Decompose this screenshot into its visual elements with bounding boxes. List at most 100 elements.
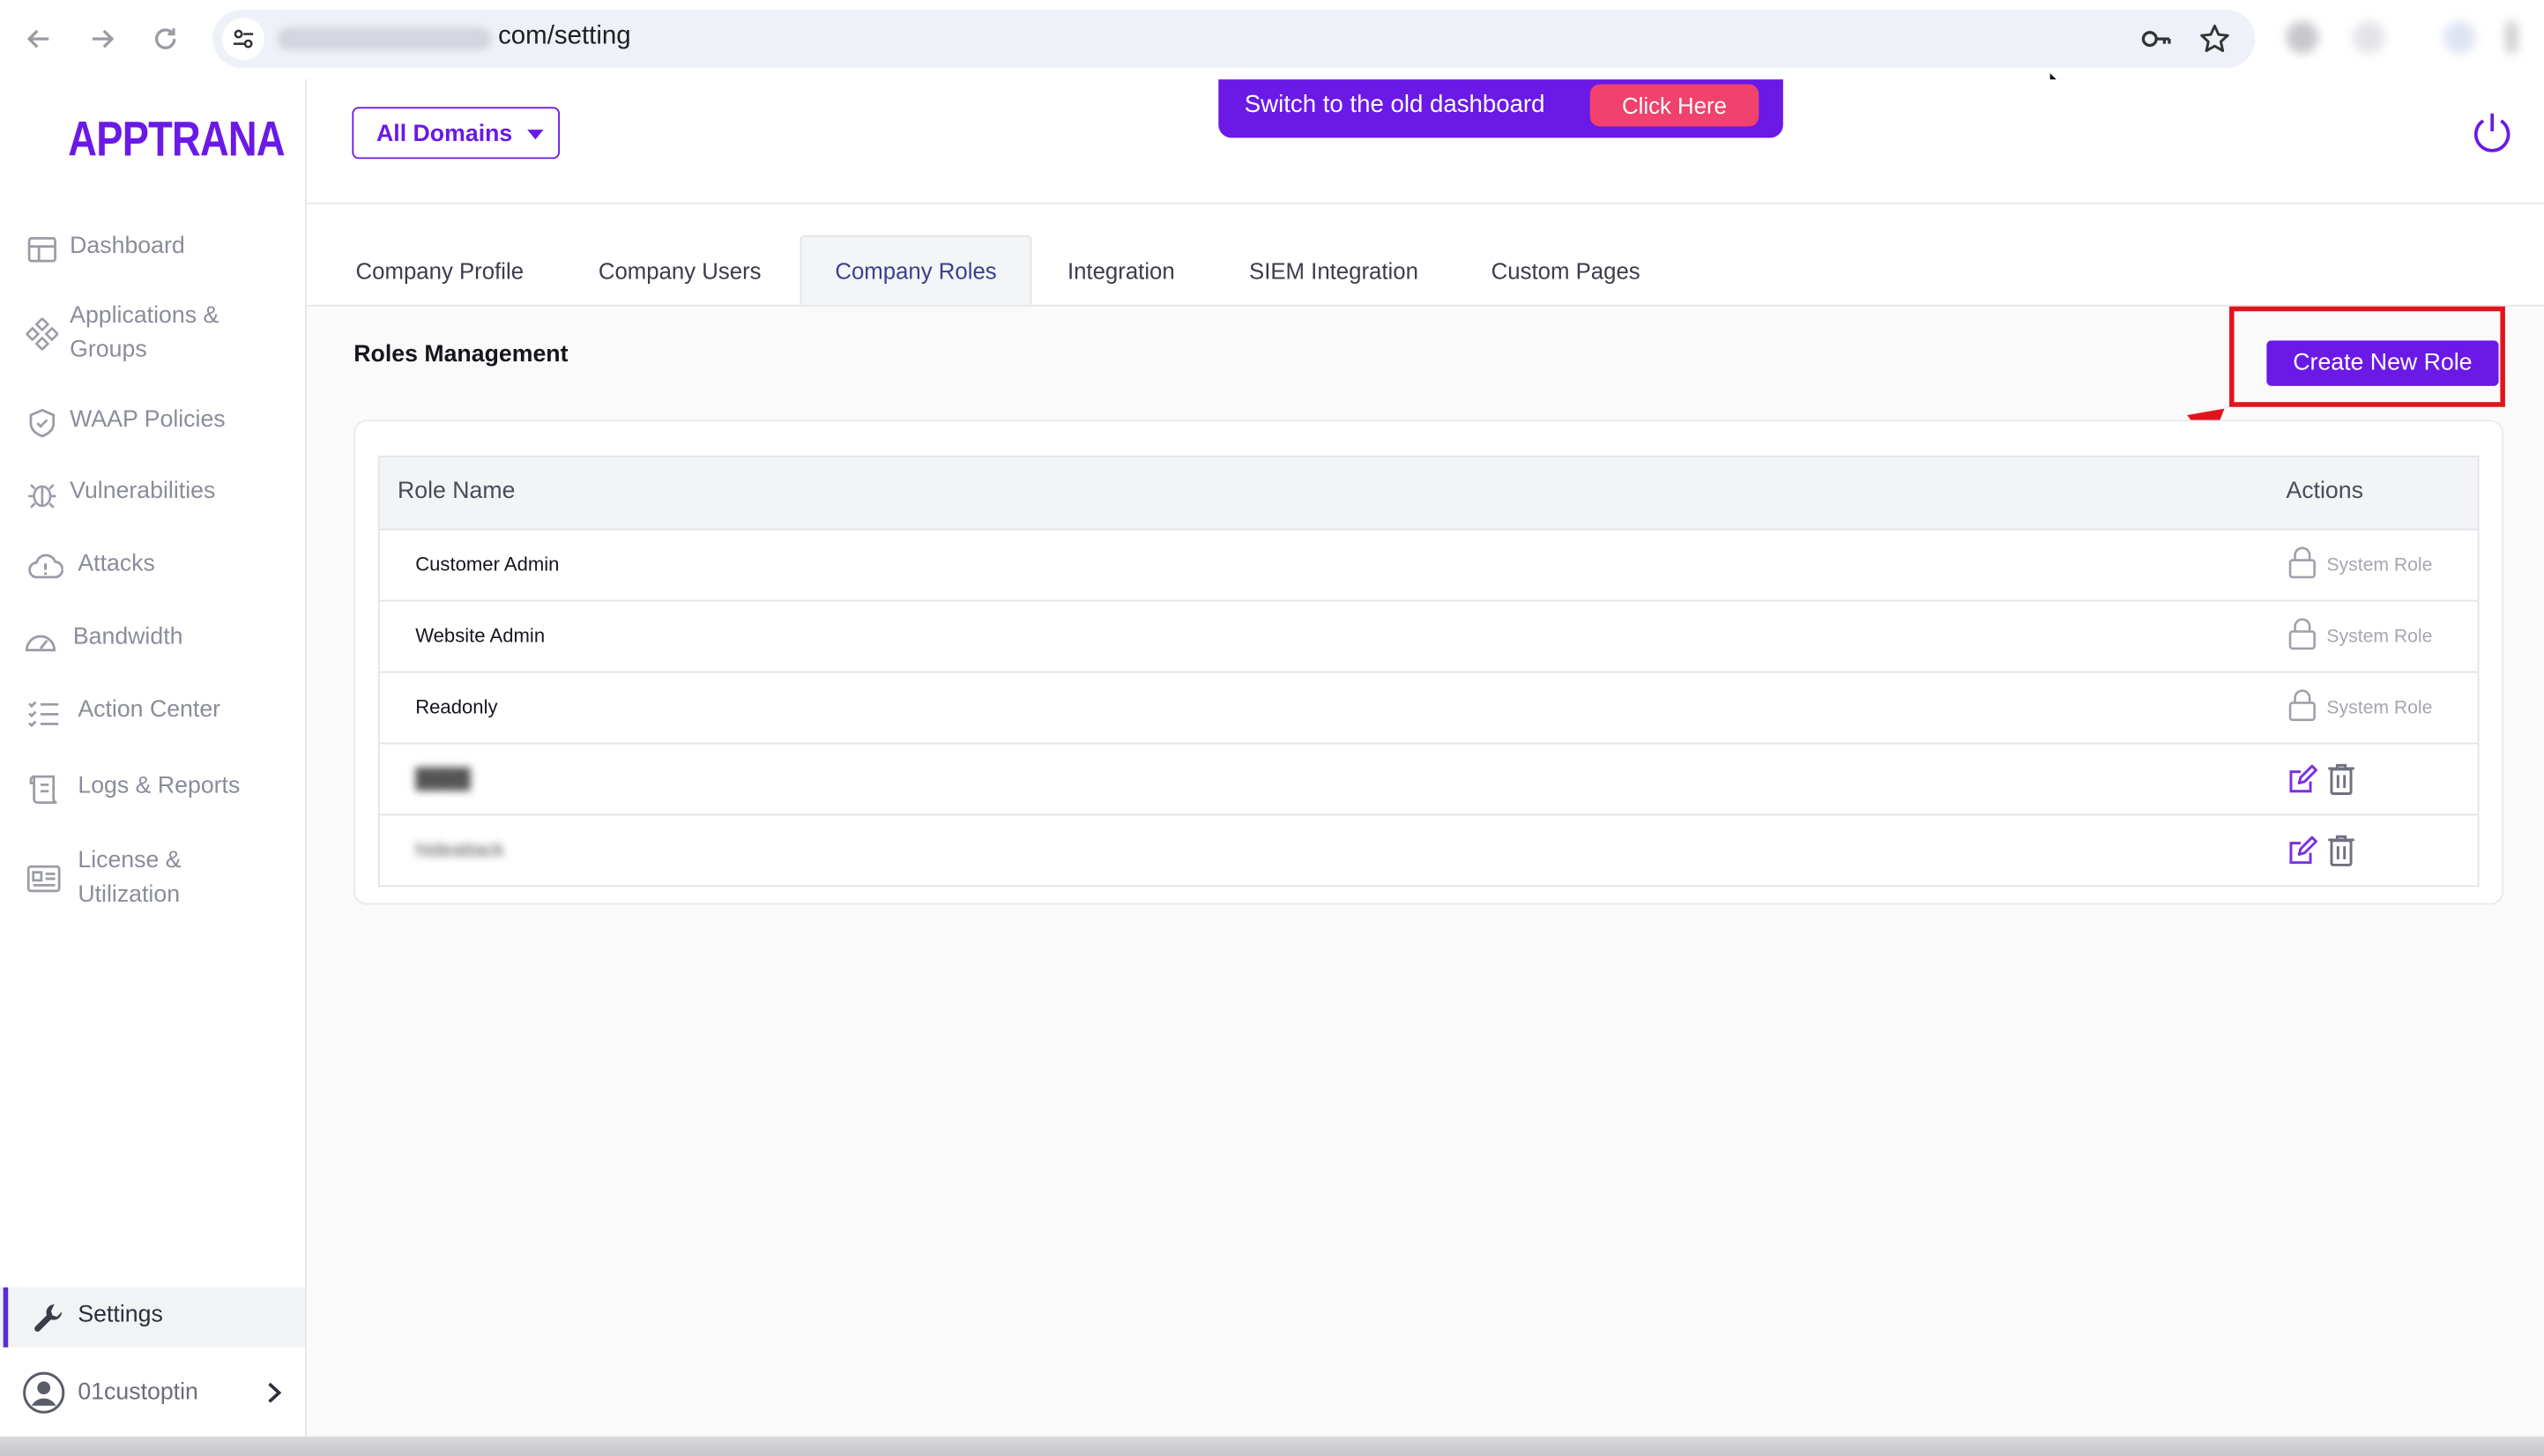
tab-company-users[interactable]: Company Users: [579, 235, 780, 305]
roles-table: Role Name Actions Customer Admin System …: [377, 455, 2480, 888]
chevron-right-icon[interactable]: [264, 1381, 284, 1412]
tab-custom-pages[interactable]: Custom Pages: [1475, 235, 1656, 305]
role-name: ████: [415, 767, 471, 790]
scroll-icon: [26, 772, 61, 807]
window-bottom-edge: [0, 1436, 2544, 1456]
lock-icon: [2287, 617, 2317, 657]
active-indicator: [3, 1287, 9, 1348]
app-logo[interactable]: APPTRANA: [68, 114, 285, 169]
forward-arrow-icon[interactable]: [83, 19, 122, 58]
key-icon[interactable]: [2140, 23, 2173, 56]
column-header-actions: Actions: [2286, 478, 2363, 505]
site-settings-icon[interactable]: [222, 18, 265, 61]
trash-icon[interactable]: [2326, 834, 2355, 876]
sidebar-item-settings[interactable]: Settings: [0, 1287, 306, 1348]
edit-icon[interactable]: [2286, 835, 2318, 875]
domain-select[interactable]: All Domains: [352, 107, 561, 160]
power-icon[interactable]: [2468, 108, 2517, 165]
menu-icon[interactable]: [2504, 20, 2518, 54]
table-row: hideattack: [380, 815, 2478, 885]
role-name: Readonly: [415, 695, 498, 718]
sidebar-item-label: Dashboard: [70, 233, 185, 260]
system-role-badge: System Role: [2287, 546, 2433, 586]
table-row: Readonly System Role: [379, 672, 2478, 745]
cloud-alert-icon: [27, 550, 63, 585]
sidebar-item-license[interactable]: License & Utilization: [0, 844, 305, 916]
sidebar-item-dashboard[interactable]: Dashboard: [0, 230, 305, 269]
reload-icon[interactable]: [146, 19, 185, 58]
tab-siem-integration[interactable]: SIEM Integration: [1237, 235, 1432, 305]
sidebar-item-waap-policies[interactable]: WAAP Policies: [0, 404, 305, 442]
sidebar-item-label: Bandwidth: [72, 624, 183, 650]
bug-icon: [25, 477, 60, 512]
gauge-icon: [23, 622, 58, 657]
domain-select-value: All Domains: [376, 121, 513, 148]
tab-company-roles[interactable]: Company Roles: [800, 234, 1032, 305]
license-icon: [26, 861, 61, 896]
tab-integration[interactable]: Integration: [1052, 235, 1191, 305]
back-arrow-icon[interactable]: [19, 19, 58, 58]
tab-company-profile[interactable]: Company Profile: [334, 235, 545, 305]
address-bar[interactable]: com/setting: [212, 10, 2256, 69]
settings-tabs: Company Profile Company Users Company Ro…: [306, 204, 2544, 307]
sidebar-item-label: Applications & Groups: [70, 300, 219, 368]
role-name: Website Admin: [415, 624, 546, 648]
profile-icon[interactable]: [2443, 20, 2476, 54]
sidebar-item-applications[interactable]: Applications & Groups: [0, 300, 305, 371]
role-name: Customer Admin: [415, 553, 560, 576]
sidebar-item-label: WAAP Policies: [70, 406, 226, 434]
system-role-badge: System Role: [2287, 688, 2433, 729]
table-header: Role Name Actions: [379, 457, 2478, 531]
column-header-role-name: Role Name: [397, 478, 516, 505]
blurred-hostname: [277, 27, 492, 51]
banner-text: Switch to the old dashboard: [1244, 91, 1545, 119]
avatar-icon: [23, 1371, 65, 1422]
edit-icon[interactable]: [2286, 763, 2318, 804]
sidebar-item-label: Attacks: [78, 551, 155, 577]
table-row: Website Admin System Role: [379, 601, 2478, 673]
sidebar-item-label-line2: Utilization: [78, 881, 181, 909]
sidebar-item-label-line1: License &: [78, 848, 182, 874]
sidebar-item-label-line1: Applications &: [70, 303, 219, 330]
sidebar: APPTRANA Dashboard Applications & Groups …: [0, 79, 307, 1438]
annotation-highlight-box: [2228, 306, 2505, 407]
role-name: hideattack: [415, 838, 504, 861]
sidebar-item-action-center[interactable]: Action Center: [0, 694, 305, 732]
sidebar-item-label-line2: Groups: [70, 337, 147, 364]
table-row: Customer Admin System Role: [379, 531, 2478, 602]
wrench-icon: [31, 1300, 66, 1344]
page-title: Roles Management: [353, 342, 569, 368]
extension-icon[interactable]: [2352, 20, 2385, 54]
switch-dashboard-banner: Switch to the old dashboard Click Here: [1218, 79, 1783, 138]
trash-icon[interactable]: [2326, 762, 2355, 805]
sidebar-item-label: Logs & Reports: [78, 773, 241, 799]
browser-toolbar: com/setting: [0, 0, 2544, 81]
system-role-badge: System Role: [2287, 617, 2433, 657]
top-header: All Domains Switch to the old dashboard …: [306, 79, 2544, 204]
applications-icon: [25, 316, 60, 352]
sidebar-item-label: Action Center: [78, 697, 221, 724]
table-row: ████: [379, 744, 2478, 816]
url-text: com/setting: [498, 22, 631, 51]
sidebar-item-logs-reports[interactable]: Logs & Reports: [0, 770, 305, 809]
sidebar-item-bandwidth[interactable]: Bandwidth: [0, 621, 305, 660]
shield-icon: [25, 405, 60, 441]
system-role-label: System Role: [2326, 555, 2433, 576]
click-here-button[interactable]: Click Here: [1589, 84, 1759, 127]
sidebar-item-label: Settings: [78, 1302, 163, 1328]
lock-icon: [2287, 688, 2317, 729]
system-role-label: System Role: [2326, 698, 2433, 718]
extension-icon[interactable]: [2286, 20, 2319, 54]
sidebar-item-label: Vulnerabilities: [70, 478, 216, 505]
system-role-label: System Role: [2326, 627, 2433, 648]
checklist-icon: [26, 695, 61, 731]
sidebar-item-vulnerabilities[interactable]: Vulnerabilities: [0, 475, 305, 514]
star-icon[interactable]: [2198, 23, 2231, 56]
lock-icon: [2287, 546, 2317, 586]
username: 01custoptin: [78, 1379, 198, 1406]
sidebar-item-label: License & Utilization: [78, 844, 181, 912]
sidebar-item-attacks[interactable]: Attacks: [0, 548, 305, 587]
dashboard-icon: [25, 232, 60, 267]
user-profile[interactable]: 01custoptin: [0, 1363, 305, 1422]
caret-down-icon: [527, 130, 544, 140]
